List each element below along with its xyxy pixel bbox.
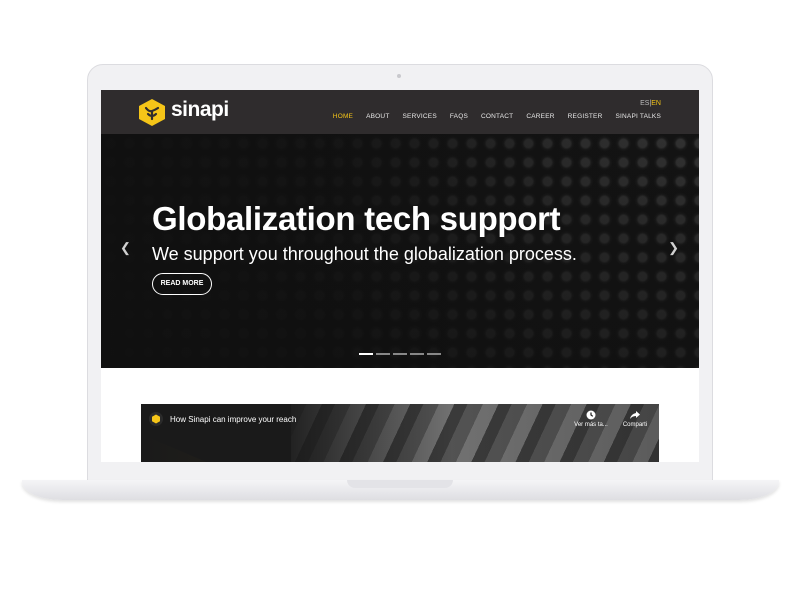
- laptop-camera: [397, 74, 401, 78]
- share-button[interactable]: Comparti: [615, 410, 655, 428]
- slider-indicators: [359, 353, 441, 355]
- hero-slider: Globalization tech support We support yo…: [101, 134, 699, 368]
- slide-indicator-4[interactable]: [410, 353, 424, 355]
- nav-contact[interactable]: CONTACT: [481, 113, 513, 120]
- hero-subtitle: We support you throughout the globalizat…: [152, 244, 577, 264]
- site-header: sinapi ES|EN HOME ABOUT SERVICES FAQS CO…: [101, 90, 699, 134]
- nav-about[interactable]: ABOUT: [366, 113, 389, 120]
- read-more-button[interactable]: READ MORE: [152, 273, 212, 295]
- nav-home[interactable]: HOME: [333, 113, 353, 120]
- nav-sinapi-talks[interactable]: SINAPI TALKS: [615, 113, 661, 120]
- laptop-screen: sinapi ES|EN HOME ABOUT SERVICES FAQS CO…: [101, 90, 699, 462]
- nav-faqs[interactable]: FAQS: [450, 113, 468, 120]
- nav-register[interactable]: REGISTER: [568, 113, 603, 120]
- share-label: Comparti: [622, 422, 648, 428]
- chevron-right-icon[interactable]: ❯: [668, 240, 679, 256]
- video-title[interactable]: How Sinapi can improve your reach: [170, 415, 296, 424]
- slide-indicator-1[interactable]: [359, 353, 373, 355]
- channel-avatar-icon[interactable]: [149, 412, 163, 426]
- slide-indicator-2[interactable]: [376, 353, 390, 355]
- language-switcher: ES|EN: [640, 100, 661, 107]
- share-icon: [630, 411, 640, 419]
- brand-name[interactable]: sinapi: [171, 98, 229, 122]
- clock-icon: [586, 410, 596, 420]
- laptop-notch: [347, 480, 453, 488]
- watch-later-label: Ver más ta...: [574, 422, 608, 428]
- lang-en-link[interactable]: EN: [651, 100, 661, 107]
- video-embed[interactable]: How Sinapi can improve your reach Ver má…: [141, 404, 659, 462]
- nav-career[interactable]: CAREER: [526, 113, 554, 120]
- chevron-left-icon[interactable]: ❮: [120, 240, 131, 256]
- hero-title: Globalization tech support: [152, 200, 561, 237]
- sinapi-logo-icon[interactable]: [139, 99, 165, 126]
- watch-later-button[interactable]: Ver más ta...: [571, 410, 611, 428]
- slide-indicator-5[interactable]: [427, 353, 441, 355]
- nav-services[interactable]: SERVICES: [403, 113, 437, 120]
- main-nav: HOME ABOUT SERVICES FAQS CONTACT CAREER …: [333, 113, 661, 120]
- slide-indicator-3[interactable]: [393, 353, 407, 355]
